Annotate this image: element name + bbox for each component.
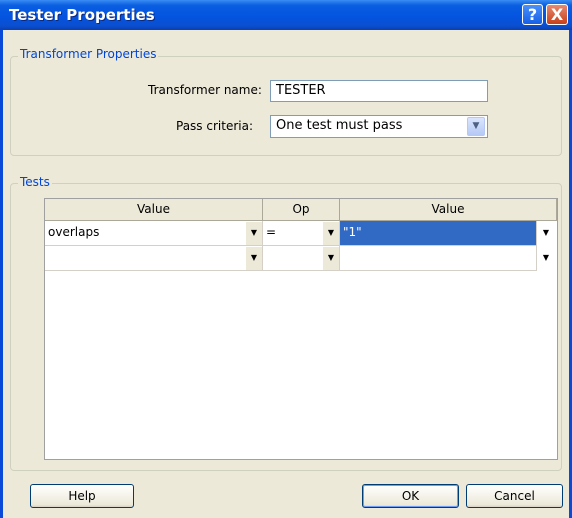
transformer-name-label: Transformer name: (148, 83, 262, 97)
column-header-value-right[interactable]: Value (340, 199, 557, 221)
dropdown-arrow-icon[interactable]: ▼ (322, 247, 339, 270)
dropdown-arrow-icon[interactable]: ▼ (245, 247, 262, 270)
column-header-op[interactable]: Op (263, 199, 340, 221)
transformer-properties-group (10, 56, 562, 156)
chevron-down-icon[interactable]: ▼ (467, 117, 485, 136)
row1-op-value: = (266, 225, 277, 239)
row2-left-value-cell[interactable] (45, 246, 263, 271)
tests-grid[interactable]: Value Op Value overlaps ▼ = ▼ "1" ▼ ▼ ▼ … (44, 198, 558, 460)
row1-right-value-cell[interactable]: "1" (340, 221, 537, 246)
help-icon[interactable]: ? (522, 4, 543, 25)
tester-properties-dialog: Tester Properties ? X Transformer Proper… (0, 0, 572, 518)
column-header-value-left[interactable]: Value (45, 199, 263, 221)
transformer-name-input[interactable]: TESTER (270, 80, 488, 102)
row1-left-value-cell[interactable]: overlaps (45, 221, 263, 246)
pass-criteria-value: One test must pass (276, 118, 403, 133)
dropdown-arrow-icon[interactable]: ▼ (245, 222, 262, 245)
cancel-button[interactable]: Cancel (466, 484, 563, 508)
pass-criteria-select[interactable]: One test must pass (270, 115, 488, 138)
transformer-properties-legend: Transformer Properties (18, 47, 159, 61)
row2-right-value-cell[interactable] (340, 246, 537, 271)
title-bar[interactable]: Tester Properties ? X (0, 0, 572, 30)
ok-button[interactable]: OK (362, 484, 459, 508)
dropdown-arrow-icon[interactable]: ▼ (537, 222, 554, 245)
help-button[interactable]: Help (30, 484, 134, 508)
row1-right-value: "1" (343, 225, 362, 239)
pass-criteria-label: Pass criteria: (176, 119, 253, 133)
close-icon[interactable]: X (546, 4, 568, 25)
window-title: Tester Properties (9, 6, 155, 24)
tests-legend: Tests (18, 175, 52, 189)
row1-left-value: overlaps (48, 225, 100, 239)
dropdown-arrow-icon[interactable]: ▼ (537, 247, 554, 270)
window-frame-left (0, 30, 3, 518)
dropdown-arrow-icon[interactable]: ▼ (322, 222, 339, 245)
